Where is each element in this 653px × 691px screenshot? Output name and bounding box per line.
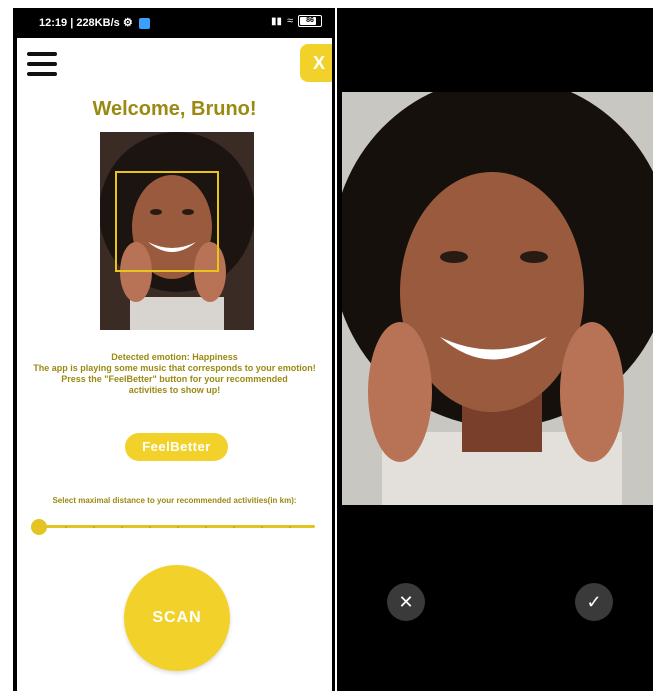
settings-icon: ⚙ xyxy=(122,17,133,29)
camera-preview-photo xyxy=(342,92,653,505)
battery-icon: 86 xyxy=(298,15,322,27)
check-icon: ✓ xyxy=(586,592,602,612)
large-face-photo-graphic xyxy=(342,92,653,505)
close-icon: ✕ xyxy=(398,592,414,612)
status-bar: 12:19 | 228KB/s ⚙ ▮▮ ≈ 86 xyxy=(17,8,332,38)
distance-slider-track[interactable] xyxy=(37,525,315,528)
confirm-photo-button[interactable]: ✓ xyxy=(575,583,613,621)
battery-level: 86 xyxy=(306,17,314,24)
wifi-icon: ≈ xyxy=(286,15,293,27)
emotion-line: Press the "FeelBetter" button for your r… xyxy=(61,374,288,384)
signal-icon: ▮▮ xyxy=(270,15,282,27)
close-button[interactable]: X xyxy=(300,44,332,82)
emotion-message: Detected emotion: Happiness The app is p… xyxy=(27,352,322,396)
app-screen: 12:19 | 228KB/s ⚙ ▮▮ ≈ 86 X Welcome, Bru… xyxy=(13,8,335,691)
distance-slider-thumb[interactable] xyxy=(31,519,47,535)
face-detection-box xyxy=(115,171,219,272)
distance-slider-label: Select maximal distance to your recommen… xyxy=(52,496,297,505)
emotion-line: activities to show up! xyxy=(128,385,221,395)
scan-button[interactable]: SCAN xyxy=(124,565,230,671)
emotion-line: Detected emotion: Happiness xyxy=(111,352,238,362)
emotion-line: The app is playing some music that corre… xyxy=(33,363,316,373)
status-time: 12:19 | 228KB/s xyxy=(39,17,120,29)
camera-preview-screen: ✕ ✓ xyxy=(337,8,653,691)
feelbetter-button[interactable]: FeelBetter xyxy=(125,433,228,461)
app-notification-icon xyxy=(138,17,150,29)
cancel-photo-button[interactable]: ✕ xyxy=(387,583,425,621)
welcome-heading: Welcome, Bruno! xyxy=(92,98,257,120)
captured-face-photo xyxy=(100,132,254,330)
menu-button[interactable] xyxy=(27,52,57,78)
hamburger-icon xyxy=(27,52,57,56)
